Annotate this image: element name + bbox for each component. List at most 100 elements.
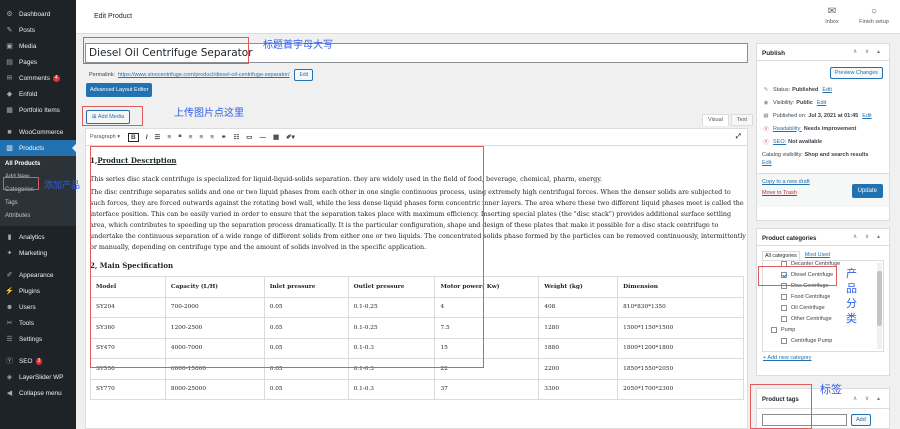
count-badge: 3 <box>35 357 43 365</box>
tab-all-categories[interactable]: All categories <box>762 251 800 260</box>
category-item[interactable]: Centrifuge Pump <box>771 335 883 346</box>
readability-row: Ⓨ Readability: Needs improvement <box>763 125 857 133</box>
annotation-box-add-new <box>3 177 39 190</box>
sidebar-item-settings[interactable]: ☰ Settings <box>0 331 76 347</box>
inbox-button[interactable]: ✉ Inbox <box>814 6 850 25</box>
sidebar-item-analytics[interactable]: ▮ Analytics <box>0 229 76 245</box>
bold-button[interactable]: B <box>127 132 139 142</box>
submenu-all-products[interactable]: All Products <box>0 158 76 171</box>
sidebar-item-tools[interactable]: ✂ Tools <box>0 315 76 331</box>
numbered-list-button[interactable]: ≡ <box>167 134 171 141</box>
fullscreen-icon[interactable]: ⤢ <box>736 133 741 141</box>
users-icon: ☻ <box>5 303 14 311</box>
layerslider-icon: ◈ <box>6 374 13 381</box>
sidebar-item-portfolio-items[interactable]: ▦ Portfolio Items <box>0 102 76 118</box>
update-button[interactable]: Update <box>851 184 883 198</box>
category-checkbox[interactable] <box>771 326 777 333</box>
category-checkbox[interactable] <box>781 293 787 300</box>
bullet-list-button[interactable]: ☰ <box>155 133 161 141</box>
tab-visual[interactable]: Visual <box>702 114 729 126</box>
settings-icon: ☰ <box>6 336 13 343</box>
category-checkbox[interactable] <box>781 304 787 311</box>
sidebar-item-enfold[interactable]: ◆ Enfold <box>0 86 76 102</box>
horizontal-line-button[interactable]: — <box>259 134 266 141</box>
box-controls-icon[interactable]: ∧ ∨ ▴ <box>853 48 883 55</box>
sidebar-item-dashboard[interactable]: ⚙ Dashboard <box>0 6 76 22</box>
format-select[interactable]: Paragraph ▾ <box>90 134 120 140</box>
move-to-trash-link[interactable]: Move to Trash <box>762 190 797 196</box>
align-center-button[interactable]: ≡ <box>199 134 203 141</box>
status-edit-link[interactable]: Edit <box>822 87 831 93</box>
tab-text[interactable]: Text <box>730 114 753 126</box>
catalog-visibility-row: Catalog visibility: Shop and search resu… <box>762 152 869 166</box>
sidebar-item-woocommerce[interactable]: ■ WooCommerce <box>0 124 76 140</box>
scrollbar-thumb[interactable] <box>877 271 882 326</box>
sidebar-item-collapse-menu[interactable]: ◀ Collapse menu <box>0 385 76 401</box>
quote-button[interactable]: ❝ <box>178 133 182 141</box>
category-checkbox[interactable] <box>781 315 787 322</box>
table-cell: 2200 <box>538 358 619 380</box>
category-item[interactable]: Food Centrifuge <box>771 291 883 302</box>
category-item[interactable]: Oil Centrifuge <box>771 302 883 313</box>
sidebar-item-plugins[interactable]: ⚡ Plugins <box>0 283 76 299</box>
publish-box: Publish ∧ ∨ ▴ Preview Changes ✎ Status: Pu… <box>756 43 890 221</box>
add-new-category-link[interactable]: + Add new category <box>759 352 889 361</box>
toolbar-toggle-button[interactable]: ▦ <box>273 133 279 141</box>
sidebar-item-seo[interactable]: Ⓨ SEO 3 <box>0 353 76 369</box>
sidebar-item-label: Settings <box>19 335 43 343</box>
box-controls-icon[interactable]: ∧ ∨ ▴ <box>853 395 883 402</box>
sidebar-item-pages[interactable]: ▤ Pages <box>0 54 76 70</box>
sidebar-item-products[interactable]: ▥ Products <box>0 140 76 156</box>
seo-icon: Ⓨ <box>6 358 13 365</box>
align-left-button[interactable]: ≡ <box>189 134 193 141</box>
submenu-attributes[interactable]: Attributes <box>0 210 76 223</box>
sidebar-item-label: Plugins <box>19 287 40 295</box>
editor-tabs: Visual Text <box>700 114 753 126</box>
sidebar-item-comments[interactable]: ✉ Comments 4 <box>0 70 76 86</box>
category-item[interactable]: Pump <box>771 324 883 335</box>
box-controls-icon[interactable]: ∧ ∨ ▴ <box>853 233 883 240</box>
copy-draft-link[interactable]: Copy to a new draft <box>762 179 810 185</box>
visibility-edit-link[interactable]: Edit <box>817 100 826 106</box>
finish-setup-button[interactable]: ○ Finish setup <box>856 6 892 25</box>
sidebar-item-media[interactable]: ▣ Media <box>0 38 76 54</box>
link-button[interactable]: ⚭ <box>221 133 226 141</box>
table-cell: 1280 <box>538 317 619 339</box>
category-checkbox[interactable] <box>781 337 787 344</box>
sidebar-item-layerslider-wp[interactable]: ◈ LayerSlider WP <box>0 369 76 385</box>
date-edit-link[interactable]: Edit <box>862 113 871 119</box>
permalink-label: Permalink: <box>89 72 115 78</box>
catalog-edit-link[interactable]: Edit <box>762 160 771 166</box>
yoast-readability-icon: Ⓨ <box>763 126 769 133</box>
visibility-row: ◉ Visibility: Public Edit <box>763 99 827 106</box>
category-label: Other Centrifuge <box>791 315 832 322</box>
permalink-url[interactable]: https://www.sinocentrifuge.com/product/d… <box>118 72 290 78</box>
table-header-cell: Weight (kg) <box>538 276 619 298</box>
category-item[interactable]: Other Centrifuge <box>771 313 883 324</box>
annotation-box-tags <box>750 384 812 429</box>
sidebar-item-label: Enfold <box>19 90 38 98</box>
shortcode-button[interactable]: ✐▾ <box>286 133 295 141</box>
count-badge: 4 <box>52 74 60 82</box>
sidebar-item-appearance[interactable]: ✐ Appearance <box>0 267 76 283</box>
product-categories-box: Product categories ∧ ∨ ▴ All categories … <box>756 228 890 376</box>
sidebar-item-label: Tools <box>19 319 34 327</box>
sidebar-item-marketing[interactable]: ✦ Marketing <box>0 245 76 261</box>
inbox-icon: ✉ <box>827 6 837 17</box>
read-more-button[interactable]: ▭ <box>246 133 252 141</box>
sidebar-item-users[interactable]: ☻ Users <box>0 299 76 315</box>
scrollbar[interactable] <box>877 263 882 349</box>
tab-most-used[interactable]: Most Used <box>802 251 833 260</box>
admin-sidebar: ⚙ Dashboard ✎ Posts ▣ Media ▤ Pages ✉ Comments 4 ◆ E… <box>0 0 76 429</box>
permalink-row: Permalink: https://www.sinocentrifuge.co… <box>89 69 314 81</box>
unlink-button[interactable]: ☷ <box>233 133 239 141</box>
submenu-tags[interactable]: Tags <box>0 197 76 210</box>
sidebar-item-posts[interactable]: ✎ Posts <box>0 22 76 38</box>
advanced-layout-editor-button[interactable]: Advanced Layout Editor <box>86 83 153 97</box>
permalink-edit-button[interactable]: Edit <box>294 69 314 81</box>
add-tag-button[interactable]: Add <box>851 414 871 426</box>
italic-button[interactable]: I <box>146 134 148 141</box>
align-right-button[interactable]: ≡ <box>210 134 214 141</box>
preview-changes-button[interactable]: Preview Changes <box>829 67 883 79</box>
annotation-product-category: 产品分类 <box>846 267 857 325</box>
